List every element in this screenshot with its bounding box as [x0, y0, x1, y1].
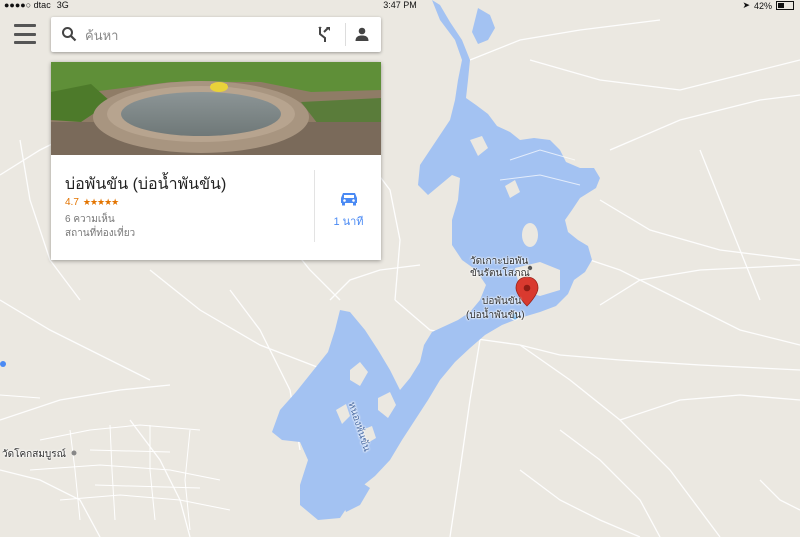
place-category: สถานที่ท่องเที่ยว	[65, 228, 136, 239]
clock: 3:47 PM	[383, 0, 417, 10]
menu-icon[interactable]	[14, 24, 36, 44]
directions-icon[interactable]	[315, 26, 331, 42]
poi-temple-icon	[71, 450, 77, 456]
map-label-place-line2[interactable]: (บ่อน้ำพันขัน)	[466, 308, 525, 323]
search-divider	[345, 23, 346, 46]
battery-percent: 42%	[753, 0, 772, 11]
rating-value: 4.7	[65, 197, 79, 208]
rating-row: 4.7 ★★★★★	[65, 197, 119, 208]
status-bar: ●●●●○ dtac 3G 3:47 PM ➤ 42%	[0, 0, 800, 12]
map-label-temple[interactable]: วัดเกาะบ่อพัน ขันรัตนโสภณ	[470, 256, 530, 280]
place-name: บ่อพันขัน (บ่อน้ำพันขัน)	[65, 176, 227, 193]
place-card[interactable]: บ่อพันขัน (บ่อน้ำพันขัน) 4.7 ★★★★★ 6 ควา…	[51, 62, 381, 260]
account-icon[interactable]	[354, 26, 370, 42]
drive-time: 1 นาที	[333, 216, 364, 228]
star-rating-icon: ★★★★★	[82, 197, 119, 207]
directions-drive-button[interactable]: 1 นาที	[321, 190, 376, 230]
map-label-place-line1[interactable]: บ่อพันขัน	[482, 294, 521, 309]
map-label-temple2[interactable]: วัดโคกสมบูรณ์	[2, 447, 66, 462]
review-count[interactable]: 6 ความเห็น	[65, 212, 115, 227]
poi-edge-icon	[0, 361, 6, 367]
search-icon[interactable]	[61, 26, 77, 42]
card-divider	[314, 170, 315, 242]
search-input[interactable]	[83, 24, 307, 46]
location-arrow-icon: ➤	[742, 0, 750, 10]
search-bar	[51, 17, 381, 52]
place-photo[interactable]	[51, 62, 381, 155]
battery-icon	[776, 1, 794, 10]
car-icon	[340, 193, 357, 206]
